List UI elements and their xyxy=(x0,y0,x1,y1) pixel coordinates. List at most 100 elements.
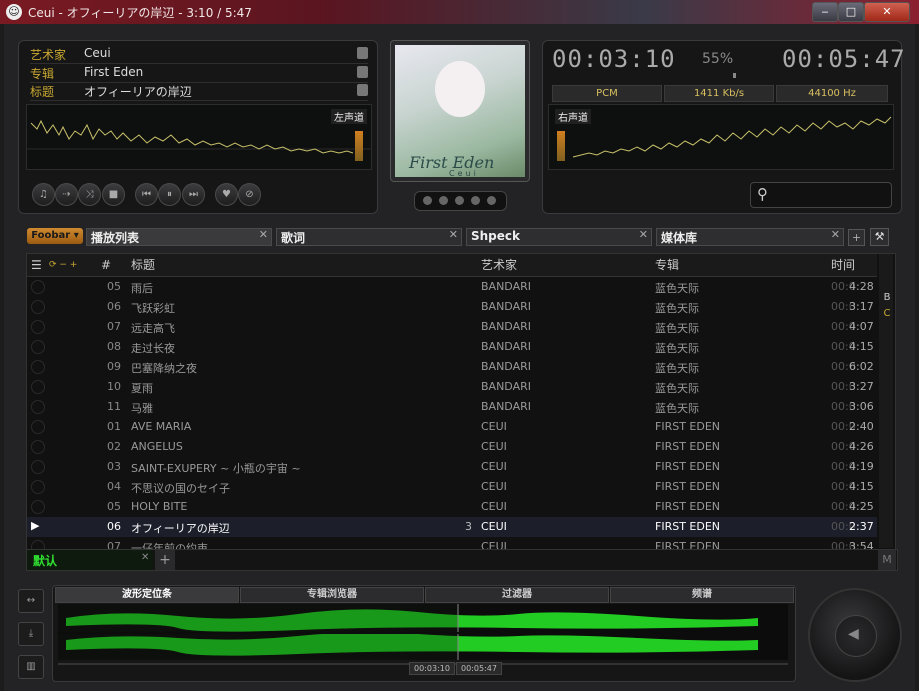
rating-circle-icon[interactable] xyxy=(31,420,45,434)
order-default-button[interactable]: ⇢ xyxy=(55,183,78,206)
rating-circle-icon[interactable] xyxy=(31,460,45,474)
disc-icon[interactable] xyxy=(357,66,368,78)
col-header-artist[interactable]: 艺术家 xyxy=(481,254,517,276)
shuffle-button[interactable]: ⤨ xyxy=(78,183,101,206)
add-playlist-button[interactable]: + xyxy=(155,550,175,570)
track-title: 巴塞降纳之夜 xyxy=(131,362,197,375)
favorite-button[interactable]: ♥ xyxy=(215,183,238,206)
rating-circle-icon[interactable] xyxy=(31,480,45,494)
table-row[interactable]: 10 夏雨 BANDARI 蓝色天际 00:0 3:27 xyxy=(27,377,877,397)
dot-selector xyxy=(414,191,507,211)
header-refresh-icon[interactable]: ⟳ − + xyxy=(49,254,77,276)
track-time: 6:02 xyxy=(849,360,874,373)
wrench-icon[interactable]: ⚒ xyxy=(870,228,889,246)
track-title: 雨后 xyxy=(131,282,153,295)
track-title: 走过长夜 xyxy=(131,342,175,355)
track-number: 05 xyxy=(107,500,121,513)
download-icon[interactable]: ⤓ xyxy=(18,622,44,646)
next-button[interactable]: ⏭ xyxy=(182,183,205,206)
expand-icon[interactable]: ↔ xyxy=(18,589,44,613)
table-row[interactable]: 09 巴塞降纳之夜 BANDARI 蓝色天际 00:0 6:02 xyxy=(27,357,877,377)
playlist-tab-default[interactable]: 默认 ✕ xyxy=(27,550,153,570)
search-box[interactable]: ⚲ xyxy=(750,182,892,208)
rating-circle-icon[interactable] xyxy=(31,340,45,354)
block-button[interactable]: ⊘ xyxy=(238,183,261,206)
rating-circle-icon[interactable] xyxy=(31,380,45,394)
add-panel-button[interactable]: + xyxy=(848,229,865,246)
tab-shpeck-close-icon[interactable]: ✕ xyxy=(639,228,648,241)
table-row[interactable]: 07 远走高飞 BANDARI 蓝色天际 00:0 4:07 xyxy=(27,317,877,337)
tab-library-close-icon[interactable]: ✕ xyxy=(831,228,840,241)
track-artist: BANDARI xyxy=(481,340,531,353)
tab-waveform-seek[interactable]: 波形定位条 xyxy=(55,587,239,603)
tab-spectrum[interactable]: 频谱 xyxy=(610,587,794,603)
minimize-button[interactable]: ‒ xyxy=(812,2,838,22)
previous-button[interactable]: ⏮ xyxy=(135,183,158,206)
artist-label: 艺术家 xyxy=(30,48,67,62)
search-icon[interactable]: ⚲ xyxy=(757,185,768,203)
eq-icon[interactable]: ▥ xyxy=(18,655,44,679)
track-time: 3:06 xyxy=(849,400,874,413)
pause-button[interactable]: ⏸ xyxy=(158,183,181,206)
side-letter-c[interactable]: C xyxy=(881,308,893,322)
rating-circle-icon[interactable] xyxy=(31,280,45,294)
track-number: 06 xyxy=(107,300,121,313)
dot-4[interactable] xyxy=(471,196,480,205)
track-album: 蓝色天际 xyxy=(655,322,699,335)
foobar-menu-button[interactable]: Foobar ▾ xyxy=(27,228,83,244)
table-row[interactable]: 11 马雅 BANDARI 蓝色天际 00:0 3:06 xyxy=(27,397,877,417)
dot-1[interactable] xyxy=(423,196,432,205)
col-header-time[interactable]: 时间 xyxy=(831,254,855,276)
stop-button[interactable]: ■ xyxy=(102,183,125,206)
tab-lyrics-close-icon[interactable]: ✕ xyxy=(449,228,458,241)
table-row[interactable]: 04 不思议の国のセイ子 CEUI FIRST EDEN 00:0 4:15 xyxy=(27,477,877,497)
col-header-album[interactable]: 专辑 xyxy=(655,254,679,276)
dot-2[interactable] xyxy=(439,196,448,205)
tab-shpeck[interactable]: Shpeck ✕ xyxy=(466,228,652,246)
title-bar: ☺ Ceui - オフィーリアの岸辺 - 3:10 / 5:47 ‒ □ ✕ xyxy=(0,0,919,24)
rating-circle-icon[interactable]: ▶ xyxy=(31,519,43,532)
playlist-tab-close-icon[interactable]: ✕ xyxy=(141,552,149,563)
meta-title-row: 标题 オフィーリアの岸辺 xyxy=(30,82,368,101)
album-art-image[interactable]: First Eden Ceui xyxy=(395,45,525,178)
side-letter-b[interactable]: B xyxy=(881,292,893,306)
rating-circle-icon[interactable] xyxy=(31,400,45,414)
table-row[interactable]: 05 雨后 BANDARI 蓝色天际 00:0 4:28 xyxy=(27,277,877,297)
tab-filter[interactable]: 过滤器 xyxy=(425,587,609,603)
table-row[interactable]: 06 飞跃彩虹 BANDARI 蓝色天际 00:0 3:17 xyxy=(27,297,877,317)
table-row[interactable]: 01 AVE MARIA CEUI FIRST EDEN 00:0 2:40 xyxy=(27,417,877,437)
table-row[interactable]: 02 ANGELUS CEUI FIRST EDEN 00:0 4:26 xyxy=(27,437,877,457)
rating-circle-icon[interactable] xyxy=(31,320,45,334)
rating-circle-icon[interactable] xyxy=(31,500,45,514)
table-row[interactable]: 03 SAINT-EXUPERY ~ 小瓶の宇宙 ~ CEUI FIRST EDEN 0… xyxy=(27,457,877,477)
tab-playlist-close-icon[interactable]: ✕ xyxy=(259,228,268,241)
volume-knob[interactable]: ◀ xyxy=(808,588,902,682)
list-icon[interactable] xyxy=(357,84,368,96)
table-row[interactable]: 08 走过长夜 BANDARI 蓝色天际 00:0 4:15 xyxy=(27,337,877,357)
maximize-button[interactable]: □ xyxy=(838,2,864,22)
close-button[interactable]: ✕ xyxy=(864,2,910,22)
track-artist: CEUI xyxy=(481,460,507,473)
track-artist: BANDARI xyxy=(481,400,531,413)
table-row[interactable]: 05 HOLY BITE CEUI FIRST EDEN 00:0 4:25 xyxy=(27,497,877,517)
dot-5[interactable] xyxy=(487,196,496,205)
waveform-seekbar[interactable] xyxy=(58,604,788,660)
app-logo-icon[interactable]: ☺ xyxy=(6,4,22,20)
m-button[interactable]: M xyxy=(878,550,896,570)
dot-3[interactable] xyxy=(455,196,464,205)
table-row-playing[interactable]: ▶ 06 オフィーリアの岸辺 3 CEUI FIRST EDEN 00:0 2:37 xyxy=(27,517,877,537)
rating-circle-icon[interactable] xyxy=(31,440,45,454)
playlist-mode-button[interactable]: ♫ xyxy=(32,183,55,206)
tab-playlist[interactable]: 播放列表 ✕ xyxy=(86,228,272,246)
rating-circle-icon[interactable] xyxy=(31,300,45,314)
note-icon[interactable] xyxy=(357,47,368,59)
col-header-number[interactable]: # xyxy=(101,254,111,276)
tab-lyrics[interactable]: 歌词 ✕ xyxy=(276,228,462,246)
volume-knob-center[interactable]: ◀ xyxy=(835,615,877,657)
header-menu-icon[interactable]: ☰ xyxy=(31,254,42,276)
tab-library[interactable]: 媒体库 ✕ xyxy=(656,228,844,246)
col-header-title[interactable]: 标题 xyxy=(131,254,155,276)
codec-cell: PCM xyxy=(552,85,662,102)
tab-album-browser[interactable]: 专辑浏览器 xyxy=(240,587,424,603)
rating-circle-icon[interactable] xyxy=(31,360,45,374)
